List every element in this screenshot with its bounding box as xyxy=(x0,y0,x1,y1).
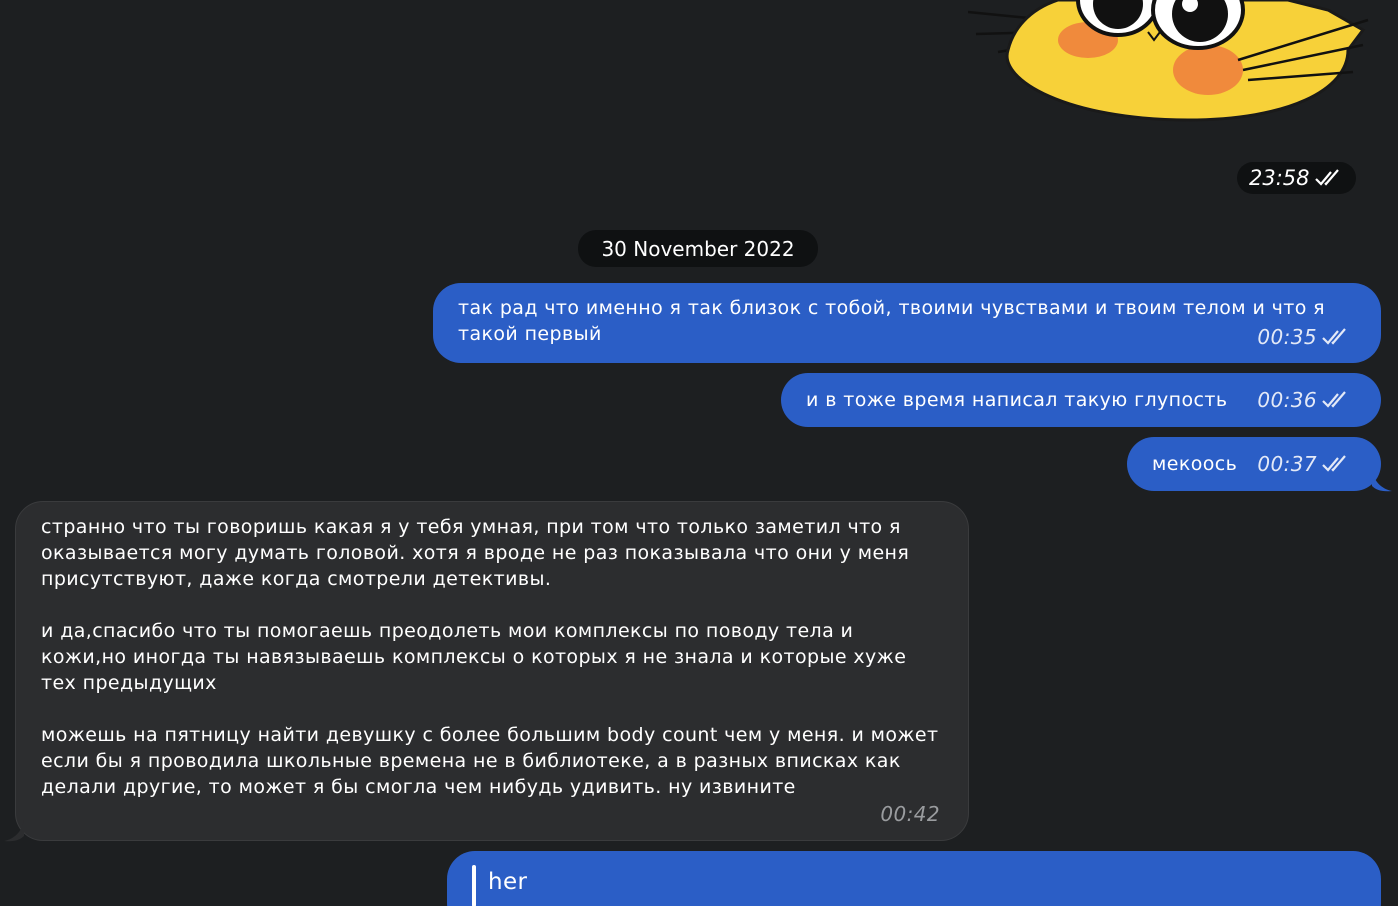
sticker-timestamp: 23:58 xyxy=(1237,162,1356,194)
date-separator: 30 November 2022 xyxy=(578,230,818,267)
double-check-icon xyxy=(1314,169,1339,186)
reply-quote-bar xyxy=(472,865,476,906)
incoming-message[interactable]: странно что ты говоришь какая я у тебя у… xyxy=(15,501,969,841)
message-meta: 00:36 xyxy=(1257,387,1351,413)
bubble-tail-icon xyxy=(4,820,24,842)
message-time: 00:42 xyxy=(880,802,940,826)
bubble-tail-icon xyxy=(1372,470,1392,492)
message-meta: 00:35 xyxy=(1257,324,1351,350)
message-paragraph: и да,спасибо что ты помогаешь преодолеть… xyxy=(41,620,907,694)
sticker-time-text: 23:58 xyxy=(1249,166,1310,190)
outgoing-reply-message[interactable]: her xyxy=(447,851,1381,906)
message-text: так рад что именно я так близок с тобой,… xyxy=(458,297,1326,345)
chat-history[interactable]: 23:58 30 November 2022 так рад что именн… xyxy=(0,0,1398,906)
double-check-icon xyxy=(1322,328,1346,345)
double-check-icon xyxy=(1322,455,1346,472)
message-time: 00:36 xyxy=(1257,388,1317,412)
cat-cheek-right xyxy=(1173,45,1243,95)
outgoing-message[interactable]: и в тоже время написал такую глупость 00… xyxy=(781,373,1381,427)
message-time: 00:35 xyxy=(1257,325,1317,349)
message-text: и в тоже время написал такую глупость xyxy=(806,389,1228,411)
cat-sticker[interactable] xyxy=(968,0,1378,125)
outgoing-message[interactable]: так рад что именно я так близок с тобой,… xyxy=(433,283,1381,363)
message-paragraph: странно что ты говоришь какая я у тебя у… xyxy=(41,516,910,590)
outgoing-message[interactable]: мекоось 00:37 xyxy=(1127,437,1381,491)
message-text: мекоось xyxy=(1152,453,1238,475)
double-check-icon xyxy=(1322,391,1346,408)
message-paragraph: можешь на пятницу найти девушку с более … xyxy=(41,724,939,798)
message-time: 00:37 xyxy=(1257,452,1317,476)
reply-author[interactable]: her xyxy=(488,869,527,895)
message-meta: 00:42 xyxy=(880,801,940,827)
message-meta: 00:37 xyxy=(1257,451,1351,477)
